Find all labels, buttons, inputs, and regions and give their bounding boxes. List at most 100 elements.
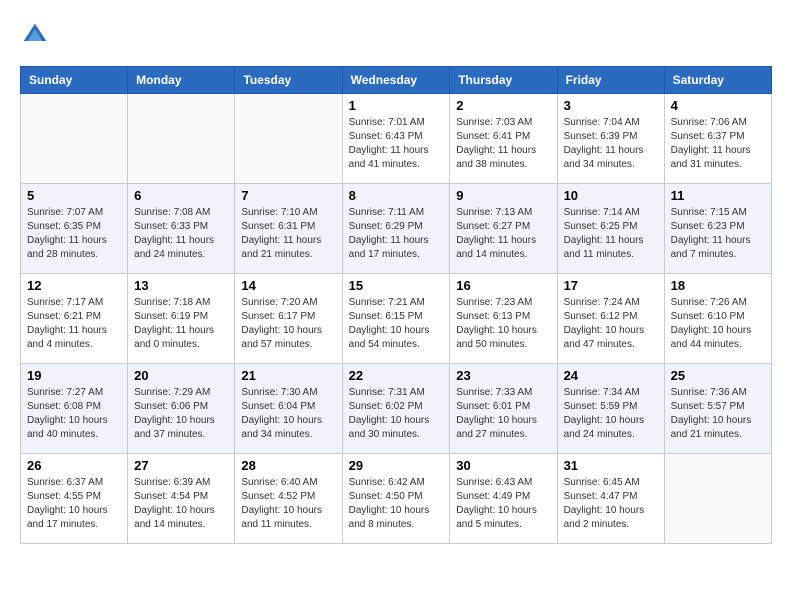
calendar-header-sunday: Sunday (21, 67, 128, 94)
day-number: 17 (564, 278, 658, 293)
calendar-cell: 5 Sunrise: 7:07 AM Sunset: 6:35 PM Daylig… (21, 184, 128, 274)
calendar-cell: 13 Sunrise: 7:18 AM Sunset: 6:19 PM Dayli… (128, 274, 235, 364)
day-number: 21 (241, 368, 335, 383)
day-number: 5 (27, 188, 121, 203)
cell-content: Sunrise: 7:31 AM Sunset: 6:02 PM Dayligh… (349, 386, 444, 442)
cell-content: Sunrise: 7:29 AM Sunset: 6:06 PM Dayligh… (134, 386, 228, 442)
cell-content: Sunrise: 7:24 AM Sunset: 6:12 PM Dayligh… (564, 296, 658, 352)
logo (20, 20, 54, 50)
day-number: 28 (241, 458, 335, 473)
calendar-header-monday: Monday (128, 67, 235, 94)
calendar-cell (21, 94, 128, 184)
cell-content: Sunrise: 7:27 AM Sunset: 6:08 PM Dayligh… (27, 386, 121, 442)
calendar-cell: 8 Sunrise: 7:11 AM Sunset: 6:29 PM Daylig… (342, 184, 450, 274)
day-number: 22 (349, 368, 444, 383)
logo-icon (20, 20, 50, 50)
cell-content: Sunrise: 7:14 AM Sunset: 6:25 PM Dayligh… (564, 206, 658, 262)
calendar-cell (128, 94, 235, 184)
day-number: 2 (456, 98, 550, 113)
calendar-cell: 24Sunrise: 7:34 AM Sunset: 5:59 PM Dayli… (557, 364, 664, 454)
cell-content: Sunrise: 7:13 AM Sunset: 6:27 PM Dayligh… (456, 206, 550, 262)
calendar-header-saturday: Saturday (664, 67, 771, 94)
calendar-cell: 15 Sunrise: 7:21 AM Sunset: 6:15 PM Dayli… (342, 274, 450, 364)
cell-content: Sunrise: 6:39 AM Sunset: 4:54 PM Dayligh… (134, 476, 228, 532)
calendar-cell: 12Sunrise: 7:17 AM Sunset: 6:21 PM Dayli… (21, 274, 128, 364)
calendar-cell: 25 Sunrise: 7:36 AM Sunset: 5:57 PM Dayli… (664, 364, 771, 454)
calendar-header-row: SundayMondayTuesdayWednesdayThursdayFrid… (21, 67, 772, 94)
calendar-cell: 17 Sunrise: 7:24 AM Sunset: 6:12 PM Dayli… (557, 274, 664, 364)
cell-content: Sunrise: 7:03 AM Sunset: 6:41 PM Dayligh… (456, 116, 550, 172)
day-number: 14 (241, 278, 335, 293)
day-number: 25 (671, 368, 765, 383)
cell-content: Sunrise: 7:08 AM Sunset: 6:33 PM Dayligh… (134, 206, 228, 262)
calendar-header-friday: Friday (557, 67, 664, 94)
cell-content: Sunrise: 7:34 AM Sunset: 5:59 PM Dayligh… (564, 386, 658, 442)
cell-content: Sunrise: 7:20 AM Sunset: 6:17 PM Dayligh… (241, 296, 335, 352)
calendar-cell: 27 Sunrise: 6:39 AM Sunset: 4:54 PM Dayli… (128, 454, 235, 544)
cell-content: Sunrise: 7:26 AM Sunset: 6:10 PM Dayligh… (671, 296, 765, 352)
cell-content: Sunrise: 7:36 AM Sunset: 5:57 PM Dayligh… (671, 386, 765, 442)
cell-content: Sunrise: 7:07 AM Sunset: 6:35 PM Dayligh… (27, 206, 121, 262)
calendar-header-tuesday: Tuesday (235, 67, 342, 94)
day-number: 18 (671, 278, 765, 293)
cell-content: Sunrise: 6:43 AM Sunset: 4:49 PM Dayligh… (456, 476, 550, 532)
cell-content: Sunrise: 7:21 AM Sunset: 6:15 PM Dayligh… (349, 296, 444, 352)
calendar-cell (235, 94, 342, 184)
cell-content: Sunrise: 6:37 AM Sunset: 4:55 PM Dayligh… (27, 476, 121, 532)
day-number: 20 (134, 368, 228, 383)
calendar-header-thursday: Thursday (450, 67, 557, 94)
calendar-cell (664, 454, 771, 544)
cell-content: Sunrise: 7:18 AM Sunset: 6:19 PM Dayligh… (134, 296, 228, 352)
cell-content: Sunrise: 7:01 AM Sunset: 6:43 PM Dayligh… (349, 116, 444, 172)
calendar-cell: 26 Sunrise: 6:37 AM Sunset: 4:55 PM Dayli… (21, 454, 128, 544)
calendar-cell: 7 Sunrise: 7:10 AM Sunset: 6:31 PM Daylig… (235, 184, 342, 274)
calendar-cell: 21Sunrise: 7:30 AM Sunset: 6:04 PM Dayli… (235, 364, 342, 454)
calendar-cell: 4Sunrise: 7:06 AM Sunset: 6:37 PM Daylig… (664, 94, 771, 184)
calendar-cell: 6 Sunrise: 7:08 AM Sunset: 6:33 PM Daylig… (128, 184, 235, 274)
day-number: 9 (456, 188, 550, 203)
calendar-cell: 29Sunrise: 6:42 AM Sunset: 4:50 PM Dayli… (342, 454, 450, 544)
day-number: 1 (349, 98, 444, 113)
day-number: 26 (27, 458, 121, 473)
day-number: 13 (134, 278, 228, 293)
page-header (20, 20, 772, 50)
day-number: 27 (134, 458, 228, 473)
calendar-week-row: 1 Sunrise: 7:01 AM Sunset: 6:43 PM Daylig… (21, 94, 772, 184)
cell-content: Sunrise: 6:42 AM Sunset: 4:50 PM Dayligh… (349, 476, 444, 532)
calendar-cell: 18 Sunrise: 7:26 AM Sunset: 6:10 PM Dayli… (664, 274, 771, 364)
day-number: 7 (241, 188, 335, 203)
day-number: 31 (564, 458, 658, 473)
calendar-table: SundayMondayTuesdayWednesdayThursdayFrid… (20, 66, 772, 544)
calendar-cell: 20 Sunrise: 7:29 AM Sunset: 6:06 PM Dayli… (128, 364, 235, 454)
calendar-cell: 31Sunrise: 6:45 AM Sunset: 4:47 PM Dayli… (557, 454, 664, 544)
cell-content: Sunrise: 7:23 AM Sunset: 6:13 PM Dayligh… (456, 296, 550, 352)
day-number: 6 (134, 188, 228, 203)
day-number: 11 (671, 188, 765, 203)
day-number: 15 (349, 278, 444, 293)
day-number: 8 (349, 188, 444, 203)
cell-content: Sunrise: 7:10 AM Sunset: 6:31 PM Dayligh… (241, 206, 335, 262)
cell-content: Sunrise: 7:06 AM Sunset: 6:37 PM Dayligh… (671, 116, 765, 172)
cell-content: Sunrise: 7:33 AM Sunset: 6:01 PM Dayligh… (456, 386, 550, 442)
calendar-cell: 23 Sunrise: 7:33 AM Sunset: 6:01 PM Dayli… (450, 364, 557, 454)
calendar-cell: 19 Sunrise: 7:27 AM Sunset: 6:08 PM Dayli… (21, 364, 128, 454)
calendar-cell: 22 Sunrise: 7:31 AM Sunset: 6:02 PM Dayli… (342, 364, 450, 454)
day-number: 10 (564, 188, 658, 203)
calendar-cell: 11 Sunrise: 7:15 AM Sunset: 6:23 PM Dayli… (664, 184, 771, 274)
cell-content: Sunrise: 7:15 AM Sunset: 6:23 PM Dayligh… (671, 206, 765, 262)
calendar-week-row: 5 Sunrise: 7:07 AM Sunset: 6:35 PM Daylig… (21, 184, 772, 274)
day-number: 23 (456, 368, 550, 383)
calendar-week-row: 26 Sunrise: 6:37 AM Sunset: 4:55 PM Dayli… (21, 454, 772, 544)
calendar-cell: 30Sunrise: 6:43 AM Sunset: 4:49 PM Dayli… (450, 454, 557, 544)
calendar-week-row: 19 Sunrise: 7:27 AM Sunset: 6:08 PM Dayli… (21, 364, 772, 454)
calendar-week-row: 12Sunrise: 7:17 AM Sunset: 6:21 PM Dayli… (21, 274, 772, 364)
calendar-header-wednesday: Wednesday (342, 67, 450, 94)
calendar-cell: 14 Sunrise: 7:20 AM Sunset: 6:17 PM Dayli… (235, 274, 342, 364)
day-number: 16 (456, 278, 550, 293)
calendar-cell: 10 Sunrise: 7:14 AM Sunset: 6:25 PM Dayli… (557, 184, 664, 274)
cell-content: Sunrise: 7:11 AM Sunset: 6:29 PM Dayligh… (349, 206, 444, 262)
calendar-cell: 2 Sunrise: 7:03 AM Sunset: 6:41 PM Daylig… (450, 94, 557, 184)
calendar-cell: 16 Sunrise: 7:23 AM Sunset: 6:13 PM Dayli… (450, 274, 557, 364)
day-number: 19 (27, 368, 121, 383)
cell-content: Sunrise: 7:17 AM Sunset: 6:21 PM Dayligh… (27, 296, 121, 352)
